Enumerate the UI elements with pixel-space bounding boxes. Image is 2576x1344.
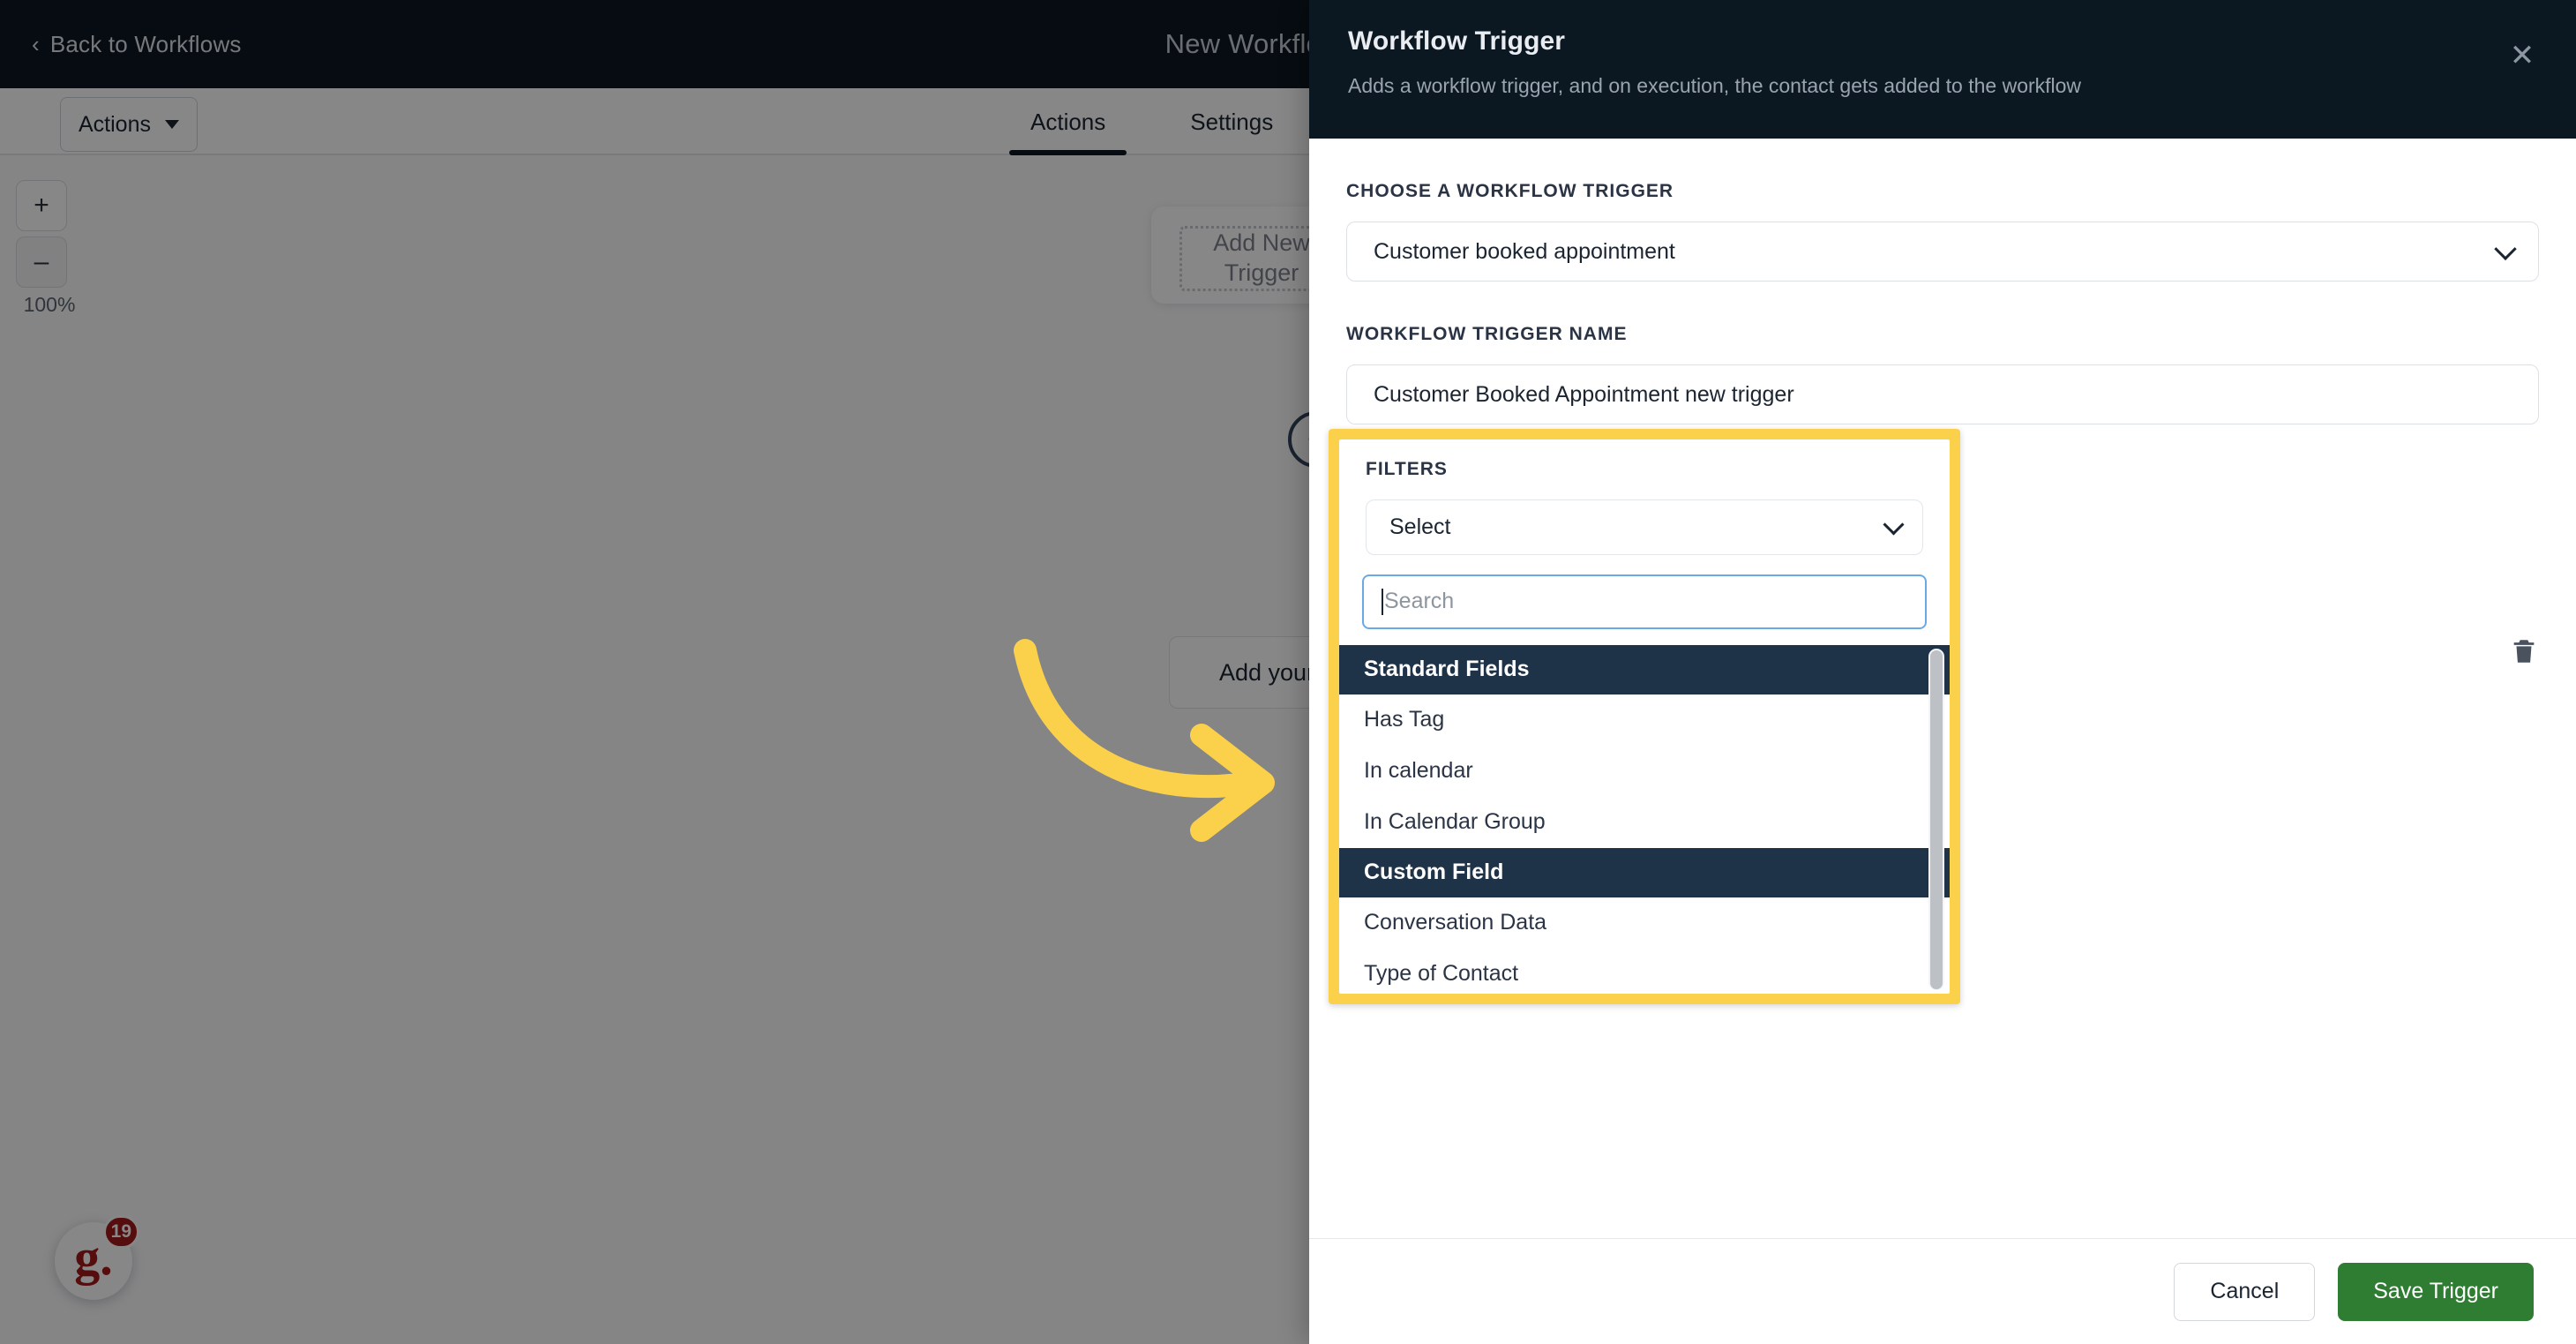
option-label: Conversation Data xyxy=(1364,910,1547,935)
filters-option-list[interactable]: Standard Fields Has Tag In calendar In C… xyxy=(1339,644,1950,994)
curved-arrow-right-icon xyxy=(1006,631,1306,852)
choose-trigger-select[interactable]: Customer booked appointment xyxy=(1346,221,2539,282)
save-trigger-button[interactable]: Save Trigger xyxy=(2338,1262,2534,1321)
filters-search-wrap: Search xyxy=(1339,555,1950,645)
trigger-name-value: Customer Booked Appointment new trigger xyxy=(1374,381,1794,407)
option-group-custom-field: Custom Field xyxy=(1339,847,1950,897)
filters-highlight-box: FILTERS Select Search Standard Fields Ha… xyxy=(1329,429,1960,1004)
trigger-name-input[interactable]: Customer Booked Appointment new trigger xyxy=(1346,364,2539,424)
trigger-name-label: WORKFLOW TRIGGER NAME xyxy=(1346,324,1628,344)
chevron-down-icon xyxy=(2494,237,2517,261)
option-in-calendar-group[interactable]: In Calendar Group xyxy=(1339,797,1950,848)
panel-footer: Cancel Save Trigger xyxy=(1309,1238,2576,1344)
filters-search-input[interactable]: Search xyxy=(1362,574,1927,629)
option-label: Has Tag xyxy=(1364,707,1445,732)
option-group-standard-fields: Standard Fields xyxy=(1339,644,1950,695)
trash-icon[interactable] xyxy=(2509,634,2539,668)
option-list-scrollbar[interactable] xyxy=(1928,648,1944,990)
option-label: In Calendar Group xyxy=(1364,809,1546,835)
cancel-button[interactable]: Cancel xyxy=(2174,1262,2316,1321)
option-list-scroll-thumb[interactable] xyxy=(1930,649,1943,989)
filters-dropdown-panel: FILTERS Select Search Standard Fields Ha… xyxy=(1339,439,1950,994)
screen-root: ‹ Back to Workflows New Workflow : 168 A… xyxy=(0,0,2576,1344)
field-spacer xyxy=(1346,282,2539,324)
choose-trigger-value: Customer booked appointment xyxy=(1374,238,1675,264)
chevron-down-icon xyxy=(1883,514,1905,536)
filters-label: FILTERS xyxy=(1366,459,1448,479)
option-in-calendar[interactable]: In calendar xyxy=(1339,746,1950,797)
text-cursor xyxy=(1382,588,1383,615)
filters-select-value: Select xyxy=(1389,514,1451,539)
option-label: Type of Contact xyxy=(1364,961,1519,987)
filters-search-placeholder: Search xyxy=(1384,589,1455,614)
filters-select[interactable]: Select xyxy=(1366,499,1923,555)
option-label: In calendar xyxy=(1364,758,1473,784)
option-has-tag[interactable]: Has Tag xyxy=(1339,695,1950,746)
close-icon[interactable]: ✕ xyxy=(2502,35,2542,76)
option-group-label: Standard Fields xyxy=(1364,657,1530,682)
panel-subtitle: Adds a workflow trigger, and on executio… xyxy=(1348,74,2082,97)
option-conversation-data[interactable]: Conversation Data xyxy=(1339,897,1950,949)
choose-trigger-label: CHOOSE A WORKFLOW TRIGGER xyxy=(1346,181,1674,201)
panel-title: Workflow Trigger xyxy=(1348,26,1566,56)
option-type-of-contact[interactable]: Type of Contact xyxy=(1339,949,1950,994)
panel-header: Workflow Trigger Adds a workflow trigger… xyxy=(1309,0,2576,139)
option-group-label: Custom Field xyxy=(1364,860,1504,885)
